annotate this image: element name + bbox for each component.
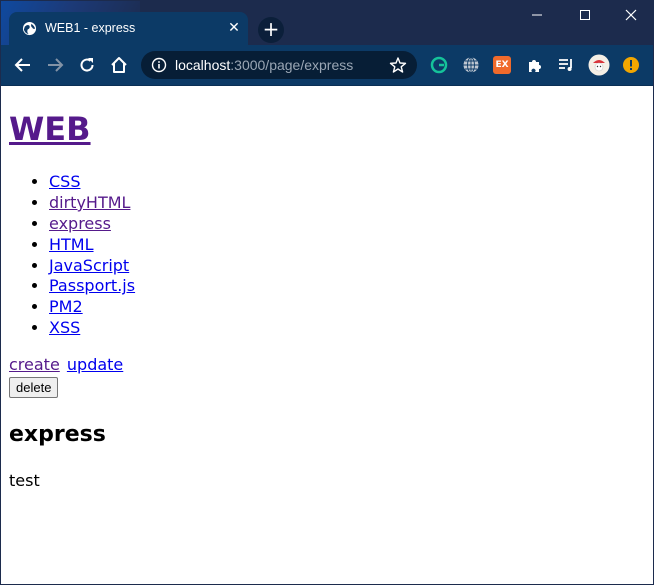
list-item: HTML	[49, 235, 135, 256]
url-host: localhost	[175, 57, 231, 73]
list-item: PM2	[49, 297, 135, 318]
bookmark-star-icon[interactable]	[389, 56, 407, 74]
globe-extension-icon[interactable]	[461, 55, 481, 75]
topic-link-xss[interactable]: XSS	[49, 318, 80, 337]
list-item: dirtyHTML	[49, 193, 135, 214]
update-alert-icon[interactable]	[621, 55, 641, 75]
create-link[interactable]: create	[9, 355, 60, 374]
list-item: CSS	[49, 172, 135, 193]
topic-link-javascript[interactable]: JavaScript	[49, 256, 129, 275]
topic-link-dirtyhtml[interactable]: dirtyHTML	[49, 193, 130, 212]
profile-avatar-icon[interactable]	[588, 54, 610, 76]
forward-button[interactable]	[43, 53, 67, 77]
site-title: WEB	[9, 110, 91, 148]
reload-icon	[80, 58, 94, 72]
grammarly-extension-icon[interactable]	[429, 55, 449, 75]
home-button[interactable]	[107, 53, 131, 77]
maximize-button[interactable]	[562, 0, 608, 30]
new-tab-button[interactable]: +	[258, 17, 284, 43]
url-text[interactable]: localhost:3000/page/express	[175, 57, 353, 73]
home-icon	[111, 57, 127, 73]
browser-title-bar: WEB1 - express ✕ +	[0, 0, 654, 45]
close-icon	[625, 9, 637, 21]
url-path: :3000/page/express	[230, 57, 354, 73]
ex-extension-icon[interactable]: EX	[493, 56, 511, 74]
puzzle-extensions-icon[interactable]	[525, 55, 545, 75]
media-queue-icon[interactable]	[556, 55, 576, 75]
arrow-right-icon	[48, 58, 64, 72]
topic-list: CSS dirtyHTML express HTML JavaScript Pa…	[9, 172, 135, 339]
tab-title: WEB1 - express	[45, 21, 136, 35]
close-window-button[interactable]	[608, 0, 654, 30]
address-bar[interactable]: localhost:3000/page/express	[141, 51, 417, 79]
delete-form: delete	[9, 377, 59, 398]
topic-link-pm2[interactable]: PM2	[49, 297, 83, 316]
page-body-text: test	[9, 471, 40, 490]
tab-close-icon[interactable]: ✕	[224, 18, 244, 38]
topic-link-html[interactable]: HTML	[49, 235, 94, 254]
minimize-button[interactable]	[514, 0, 560, 30]
topic-link-passportjs[interactable]: Passport.js	[49, 276, 135, 295]
maximize-icon	[580, 10, 590, 20]
globe-icon	[22, 21, 37, 36]
minimize-icon	[532, 14, 542, 16]
list-item: express	[49, 214, 135, 235]
page-heading: express	[9, 422, 106, 447]
topic-link-express[interactable]: express	[49, 214, 111, 233]
site-title-link[interactable]: WEB	[9, 110, 91, 148]
arrow-left-icon	[14, 58, 30, 72]
ex-extension-label: EX	[495, 60, 509, 70]
list-item: XSS	[49, 318, 135, 339]
info-icon[interactable]	[151, 57, 167, 73]
action-links: create update	[9, 355, 123, 375]
list-item: JavaScript	[49, 256, 135, 277]
browser-tab-active[interactable]: WEB1 - express ✕	[9, 12, 248, 45]
topic-link-css[interactable]: CSS	[49, 172, 80, 191]
browser-toolbar: localhost:3000/page/express EX	[0, 45, 654, 86]
list-item: Passport.js	[49, 276, 135, 297]
page-content: WEB CSS dirtyHTML express HTML JavaScrip…	[0, 86, 652, 583]
update-link[interactable]: update	[67, 355, 123, 374]
reload-button[interactable]	[75, 53, 99, 77]
back-button[interactable]	[11, 53, 35, 77]
delete-button[interactable]: delete	[9, 377, 59, 398]
